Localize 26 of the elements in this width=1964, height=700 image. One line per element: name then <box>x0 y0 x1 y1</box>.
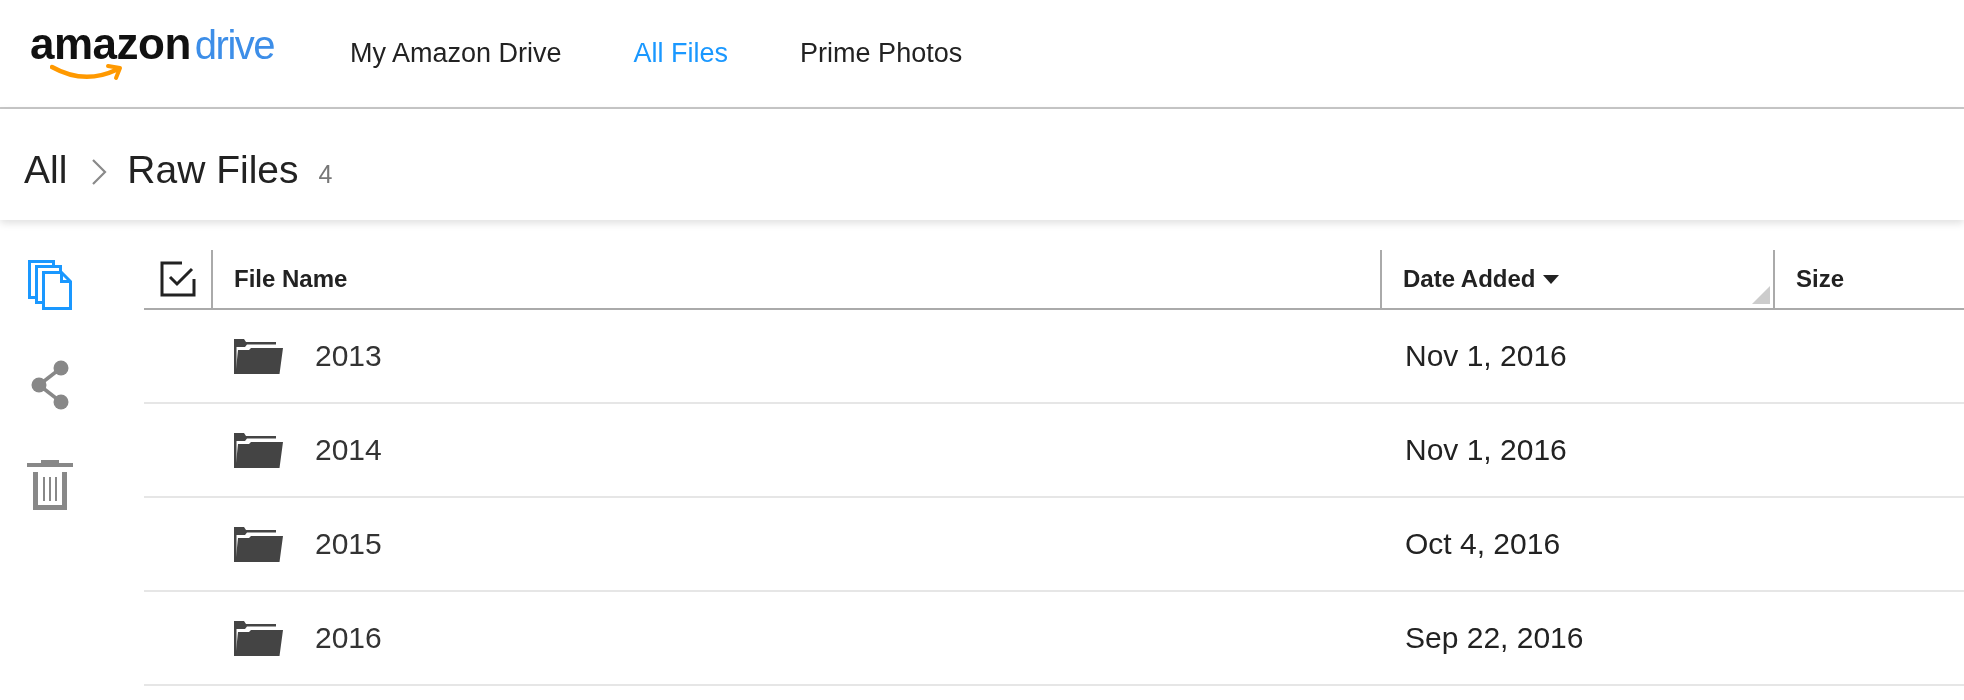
folder-name[interactable]: 2016 <box>315 621 382 655</box>
item-count: 4 <box>318 160 333 189</box>
breadcrumb-link[interactable]: All <box>24 149 68 192</box>
nav-tab[interactable]: My Amazon Drive <box>350 38 562 69</box>
folder-icon <box>234 526 283 562</box>
column-header[interactable]: File Name <box>211 250 1380 308</box>
date-text: Oct 4, 2016 <box>1405 527 1561 560</box>
nav-tab[interactable]: Prime Photos <box>800 38 963 69</box>
folder-name[interactable]: 2015 <box>315 527 382 561</box>
logo-text[interactable]: amazon <box>30 25 191 63</box>
folder-name[interactable]: 2013 <box>315 339 382 373</box>
chevron-right-icon <box>91 158 108 186</box>
copy-icon[interactable] <box>28 260 72 310</box>
checkbox-icon[interactable] <box>159 261 196 297</box>
folder-icon <box>234 432 283 468</box>
column-header[interactable]: Date Added <box>1380 250 1773 308</box>
date-text: Sep 22, 2016 <box>1405 621 1584 654</box>
folder-icon <box>234 620 283 656</box>
folder-name[interactable]: 2014 <box>315 433 382 467</box>
breadcrumb-current: Raw Files <box>127 149 299 192</box>
folder-icon <box>234 338 283 374</box>
date-text: Nov 1, 2016 <box>1405 339 1567 372</box>
resize-grip-icon[interactable] <box>1752 286 1770 304</box>
column-header[interactable]: Size <box>1773 250 1964 308</box>
date-text: Nov 1, 2016 <box>1405 433 1567 466</box>
curved-arrow-icon[interactable] <box>50 62 124 82</box>
